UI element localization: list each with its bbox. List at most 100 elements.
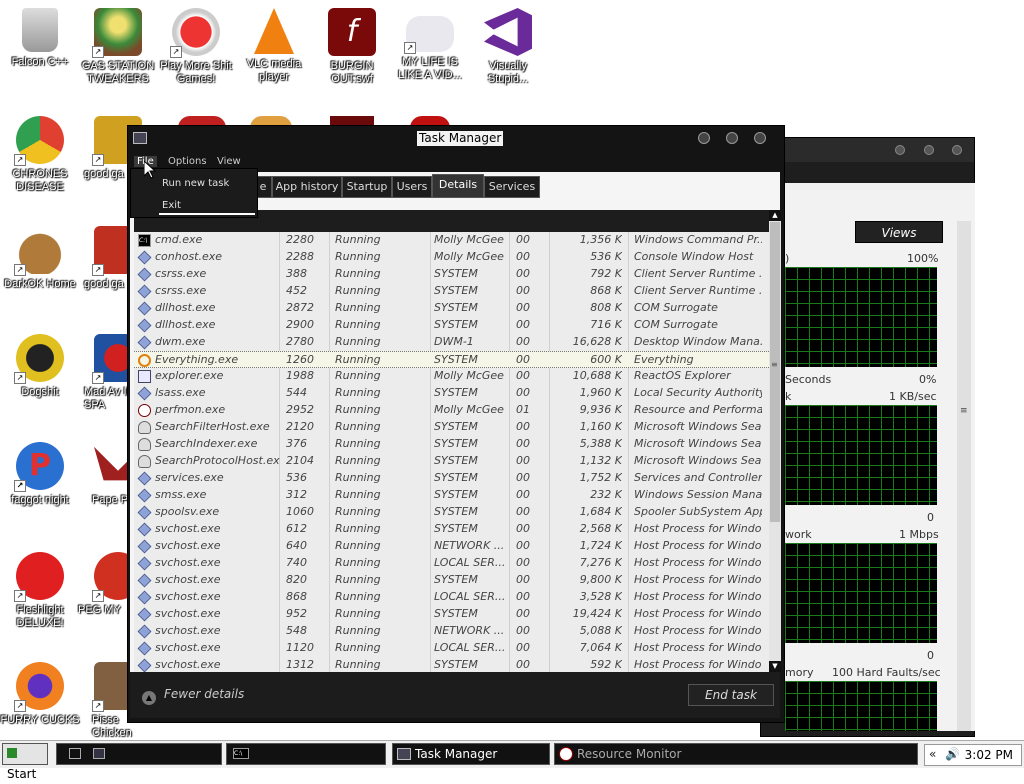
process-pid: 1120 [286, 641, 314, 654]
table-row[interactable]: dllhost.exe 2872 Running SYSTEM 00 808 K COM S… [134, 300, 769, 317]
taskbar-item-task-manager[interactable]: Task Manager [392, 743, 550, 765]
maximize-button[interactable] [923, 145, 934, 155]
tray-expand-icon[interactable]: « [929, 747, 936, 761]
process-status: Running [335, 590, 381, 603]
desktop-icon-chrome[interactable]: ↗ CHRONES DISEASE [0, 116, 80, 194]
clock[interactable]: 3:02 PM [965, 748, 1013, 762]
table-row[interactable]: services.exe 536 Running SYSTEM 00 1,752 K Ser… [134, 470, 769, 487]
desktop-icon-gas-station[interactable]: ↗ GAS STATION TWEAKERS [78, 8, 158, 86]
desktop-icon-dogshit[interactable]: ↗ Dogshit [0, 334, 80, 399]
table-row[interactable]: Everything.exe 1260 Running SYSTEM 00 600 K Ev… [134, 351, 769, 368]
desktop-icon-darkok[interactable]: ↗ DarkOK Home [0, 226, 80, 291]
taskbar-item-resource-monitor[interactable]: Resource Monitor [554, 743, 918, 765]
process-name: Everything.exe [155, 353, 239, 366]
process-name: dwm.exe [155, 335, 206, 348]
table-row[interactable]: SearchFilterHost.exe 2120 Running SYSTEM 00 1… [134, 419, 769, 436]
menu-item-run-new-task[interactable]: Run new task [162, 178, 229, 189]
tab-services[interactable]: Services [484, 176, 540, 198]
table-row[interactable]: lsass.exe 544 Running SYSTEM 00 1,960 K Local … [134, 385, 769, 402]
close-button[interactable] [754, 132, 766, 144]
table-row[interactable]: conhost.exe 2288 Running Molly McGee 00 536 K… [134, 249, 769, 266]
process-description: Local Security Authority... [634, 386, 762, 399]
table-row[interactable]: dwm.exe 2780 Running DWM-1 00 16,628 K Desktop… [134, 334, 769, 351]
resource-monitor-titlebar[interactable] [761, 138, 974, 162]
explorer-icon[interactable] [93, 748, 105, 759]
table-row[interactable]: SearchProtocolHost.exe 2104 Running SYSTEM 0… [134, 453, 769, 470]
table-row[interactable]: svchost.exe 640 Running NETWORK ... 00 1,724 … [134, 538, 769, 555]
table-row[interactable]: perfmon.exe 2952 Running Molly McGee 01 9,936… [134, 402, 769, 419]
desktop-icon-my-life[interactable]: ↗ MY LIFE IS LIKE A VID... [390, 8, 470, 82]
memory-rate-label: 100 Hard Faults/sec [832, 666, 941, 679]
maximize-button[interactable] [726, 132, 738, 144]
table-scrollbar[interactable]: ▲ ≡ ▼ [769, 210, 781, 672]
task-manager-titlebar[interactable]: Task Manager [128, 126, 784, 152]
scroll-up-icon[interactable]: ▲ [769, 210, 781, 221]
menu-view[interactable]: View [217, 156, 241, 167]
process-status: Running [335, 403, 381, 416]
table-row[interactable]: svchost.exe 1120 Running LOCAL SER... 00 7,06… [134, 640, 769, 657]
process-status: Running [335, 505, 381, 518]
table-row[interactable]: svchost.exe 1312 Running SYSTEM 00 592 K Host … [134, 657, 769, 672]
desktop-icon-faggot-night[interactable]: P ↗ faggot night [0, 442, 80, 507]
table-row[interactable]: explorer.exe 1988 Running Molly McGee 00 10,6… [134, 368, 769, 385]
views-button[interactable]: Views [855, 221, 943, 243]
desktop-icon-furry-cucks[interactable]: ↗ FURRY CUCKS [0, 662, 80, 727]
desktop-icon-burgin[interactable]: f BURGIN OUT.swf [312, 8, 392, 86]
scroll-thumb[interactable] [770, 222, 780, 522]
table-row[interactable]: svchost.exe 868 Running LOCAL SER... 00 3,528… [134, 589, 769, 606]
start-button[interactable]: Start [2, 743, 48, 781]
process-pid: 548 [286, 624, 307, 637]
end-task-button[interactable]: End task [688, 684, 774, 706]
minimize-button[interactable] [698, 132, 710, 144]
taskbar-item-cmd[interactable]: C:\ [226, 743, 386, 765]
tab-users[interactable]: Users [392, 176, 432, 198]
process-memory: 792 K [590, 267, 622, 280]
process-name: services.exe [155, 471, 224, 484]
desktop-icon-popcap[interactable]: ↗ Play More Shit Games! [156, 8, 236, 86]
table-row[interactable]: spoolsv.exe 1060 Running SYSTEM 00 1,684 K Spo… [134, 504, 769, 521]
process-pid: 740 [286, 556, 307, 569]
scroll-down-icon[interactable]: ▼ [769, 661, 781, 672]
table-row[interactable]: csrss.exe 388 Running SYSTEM 00 792 K Client S… [134, 266, 769, 283]
table-row[interactable]: C:\ cmd.exe 2280 Running Molly McGee 00 1,356 … [134, 232, 769, 249]
table-row[interactable]: csrss.exe 452 Running SYSTEM 00 868 K Client S… [134, 283, 769, 300]
minimize-button[interactable] [895, 145, 905, 155]
table-row[interactable]: svchost.exe 820 Running SYSTEM 00 9,800 K Host… [134, 572, 769, 589]
shortcut-arrow-icon: ↗ [14, 264, 26, 276]
resource-monitor-window[interactable]: Views ) 100% Seconds 0% k 1 KB/sec 0 wor… [760, 137, 975, 737]
table-row[interactable]: svchost.exe 740 Running LOCAL SER... 00 7,276… [134, 555, 769, 572]
tab-startup[interactable]: Startup [342, 176, 392, 198]
process-icon [137, 573, 152, 588]
gamepad-icon: ↗ [404, 16, 454, 54]
tab-details[interactable]: Details [432, 174, 484, 198]
process-pid: 388 [286, 267, 307, 280]
table-row[interactable]: svchost.exe 548 Running NETWORK ... 00 5,088 … [134, 623, 769, 640]
volume-icon[interactable]: 🔊 [945, 747, 960, 761]
process-description: Host Process for Windo... [634, 607, 762, 620]
tab-app-history[interactable]: App history [272, 176, 342, 198]
menu-options[interactable]: Options [168, 156, 207, 167]
resource-monitor-scrollbar[interactable]: ≡ [957, 221, 971, 731]
process-name: svchost.exe [155, 573, 221, 586]
process-pid: 452 [286, 284, 307, 297]
menu-item-exit[interactable]: Exit [162, 200, 181, 211]
close-button[interactable] [952, 145, 962, 155]
process-name: SearchFilterHost.exe [155, 420, 270, 433]
table-row[interactable]: SearchIndexer.exe 376 Running SYSTEM 00 5,388… [134, 436, 769, 453]
show-desktop-icon[interactable] [69, 748, 81, 759]
network-label: work [785, 528, 812, 541]
desktop-icon-falcon[interactable]: Falcon C++ [0, 8, 80, 69]
table-row[interactable]: dllhost.exe 2900 Running SYSTEM 00 716 K COM S… [134, 317, 769, 334]
shortcut-arrow-icon: ↗ [14, 154, 26, 166]
table-row[interactable]: svchost.exe 612 Running SYSTEM 00 2,568 K Host… [134, 521, 769, 538]
process-icon [137, 539, 152, 554]
process-memory: 1,960 K [579, 386, 622, 399]
taskbar-item-label: Resource Monitor [577, 747, 682, 761]
desktop-icon-fleshlight[interactable]: ↗ Fleshlight DELUXE! [0, 552, 80, 630]
desktop-icon-visual-studio[interactable]: Visually Stupid... [468, 8, 548, 86]
table-row[interactable]: smss.exe 312 Running SYSTEM 00 232 K Windows S… [134, 487, 769, 504]
table-row[interactable]: svchost.exe 952 Running SYSTEM 00 19,424 K Hos… [134, 606, 769, 623]
process-cpu: 00 [516, 386, 530, 399]
fewer-details-button[interactable]: ▲ Fewer details [142, 687, 244, 705]
desktop-icon-vlc[interactable]: VLC media player [234, 8, 314, 84]
